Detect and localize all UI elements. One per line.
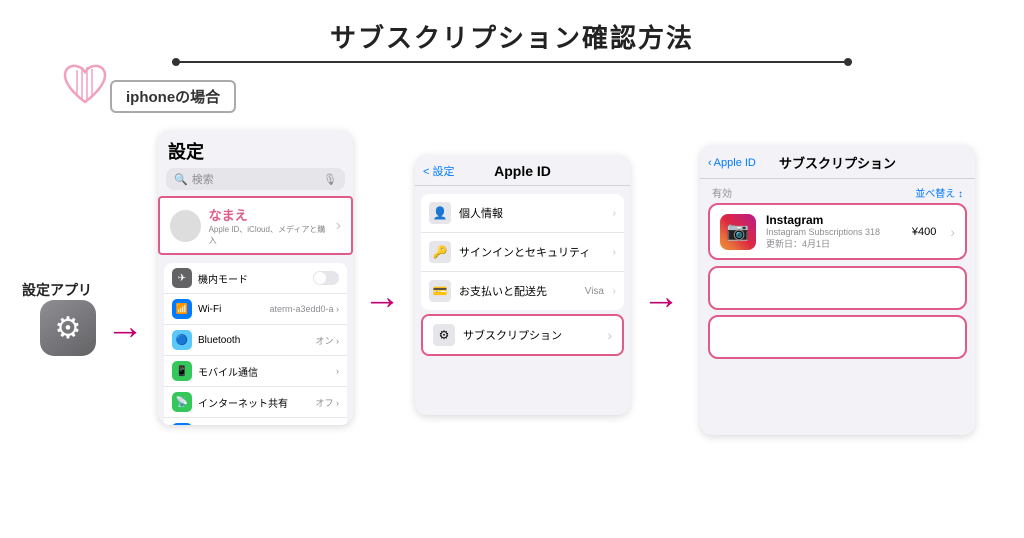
item-label: 機内モード	[198, 271, 248, 286]
empty-subscription-item-1	[708, 266, 967, 310]
item-label: お支払いと配送先	[459, 283, 547, 299]
sort-button[interactable]: 並べ替え ↕	[915, 185, 963, 200]
apple-id-list: 👤 個人情報 › 🔑 サインインとセキュリティ › 💳 お支払いと配送先 Vis…	[421, 194, 624, 310]
list-item[interactable]: 🔵 Bluetooth オン ›	[164, 325, 347, 356]
settings-section-1: ✈ 機内モード 📶 Wi-Fi aterm-a3edd0-a › 🔵 Bluet…	[164, 263, 347, 425]
apple-id-screen: < 設定 Apple ID 👤 個人情報 › 🔑 サインインとセキュリティ › …	[415, 155, 630, 415]
list-item[interactable]: 🔑 サインインとセキュリティ ›	[421, 233, 624, 272]
chevron-right-icon: ›	[613, 247, 616, 258]
item-label: モバイル通信	[198, 364, 258, 379]
settings-screen-header: 設定	[158, 130, 353, 168]
item-label: Wi-Fi	[198, 304, 221, 315]
heart-icon	[62, 62, 108, 106]
empty-subscription-item-2	[708, 315, 967, 359]
arrow-2: →	[363, 278, 401, 316]
wifi-icon: 📶	[172, 299, 192, 319]
chevron-left-icon: ‹	[708, 157, 712, 169]
item-label: Bluetooth	[198, 335, 240, 346]
mic-icon: 🎙	[323, 173, 337, 186]
payment-icon: 💳	[429, 280, 451, 302]
subscription-nav: ‹ Apple ID サブスクリプション	[700, 145, 975, 179]
payment-value: Visa	[585, 286, 604, 297]
chevron-right-icon: ›	[336, 366, 339, 376]
list-item[interactable]: 📶 Wi-Fi aterm-a3edd0-a ›	[164, 294, 347, 325]
nav-back-label: Apple ID	[714, 157, 756, 169]
page-title: サブスクリプション確認方法	[0, 0, 1024, 55]
toggle-off[interactable]	[313, 271, 339, 285]
vpn-icon: 🔒	[172, 423, 192, 425]
list-item[interactable]: 👤 個人情報 ›	[421, 194, 624, 233]
signin-security-icon: 🔑	[429, 241, 451, 263]
profile-row[interactable]: なまえ Apple ID、iCloud、メディアと購入 ›	[158, 196, 353, 255]
instagram-title: Instagram	[766, 213, 902, 227]
item-value: aterm-a3edd0-a ›	[269, 304, 339, 314]
nav-back-button[interactable]: < 設定	[423, 163, 454, 179]
item-label: 個人情報	[459, 205, 503, 221]
instagram-details: Instagram Instagram Subscriptions 318 更新…	[766, 213, 902, 250]
title-underline	[172, 61, 852, 63]
chevron-right-icon: ›	[336, 217, 341, 235]
instagram-item[interactable]: 📷 Instagram Instagram Subscriptions 318 …	[710, 205, 965, 258]
list-item[interactable]: ✈ 機内モード	[164, 263, 347, 294]
apple-id-nav-title: Apple ID	[494, 163, 551, 179]
bluetooth-icon: 🔵	[172, 330, 192, 350]
instagram-date: 更新日：4月1日	[766, 237, 902, 250]
subscription-nav-title: サブスクリプション	[779, 153, 896, 172]
list-item[interactable]: 🔒 VPN	[164, 418, 347, 425]
search-placeholder: 検索	[192, 171, 214, 187]
airplane-mode-icon: ✈	[172, 268, 192, 288]
settings-app-label: 設定アプリ	[22, 280, 92, 300]
instagram-price: ¥400	[912, 226, 936, 238]
subscription-screen: ‹ Apple ID サブスクリプション 有効 並べ替え ↕ 📷 Instagr…	[700, 145, 975, 435]
search-icon: 🔍	[174, 173, 188, 186]
subscription-card[interactable]: 📷 Instagram Instagram Subscriptions 318 …	[708, 203, 967, 260]
chevron-right-icon: ›	[950, 224, 955, 240]
item-value: オン ›	[316, 334, 340, 347]
subscription-row[interactable]: ⚙ サブスクリプション ›	[421, 314, 624, 356]
item-label: サインインとセキュリティ	[459, 244, 590, 260]
iphone-label: iphoneの場合	[110, 80, 236, 113]
settings-screen: 設定 🔍 検索 🎙 なまえ Apple ID、iCloud、メディアと購入 › …	[158, 130, 353, 425]
instagram-icon: 📷	[720, 214, 756, 250]
nav-back-button[interactable]: ‹ Apple ID	[708, 157, 756, 169]
list-item[interactable]: 📡 インターネット共有 オフ ›	[164, 387, 347, 418]
arrow-3: →	[642, 278, 680, 316]
subscription-icon: ⚙	[433, 324, 455, 346]
personal-info-icon: 👤	[429, 202, 451, 224]
search-bar[interactable]: 🔍 検索 🎙	[166, 168, 345, 190]
settings-app-icon: ⚙	[40, 300, 96, 356]
profile-subtitle: Apple ID、iCloud、メディアと購入	[209, 224, 328, 246]
apple-id-nav: < 設定 Apple ID	[415, 155, 630, 186]
chevron-right-icon: ›	[613, 208, 616, 219]
instagram-subtitle: Instagram Subscriptions 318	[766, 227, 902, 237]
section-header: 有効 並べ替え ↕	[700, 179, 975, 203]
profile-name: なまえ	[209, 205, 328, 224]
item-label: インターネット共有	[198, 395, 288, 410]
mobile-icon: 📱	[172, 361, 192, 381]
gear-icon: ⚙	[55, 311, 82, 346]
subscription-label: サブスクリプション	[463, 327, 562, 343]
hotspot-icon: 📡	[172, 392, 192, 412]
chevron-right-icon: ›	[607, 327, 612, 343]
list-item[interactable]: 📱 モバイル通信 ›	[164, 356, 347, 387]
arrow-1: →	[106, 308, 144, 346]
list-item[interactable]: 💳 お支払いと配送先 Visa ›	[421, 272, 624, 310]
section-label: 有効	[712, 185, 732, 200]
item-value: オフ ›	[316, 396, 340, 409]
avatar	[170, 210, 201, 242]
chevron-right-icon: ›	[613, 286, 616, 297]
